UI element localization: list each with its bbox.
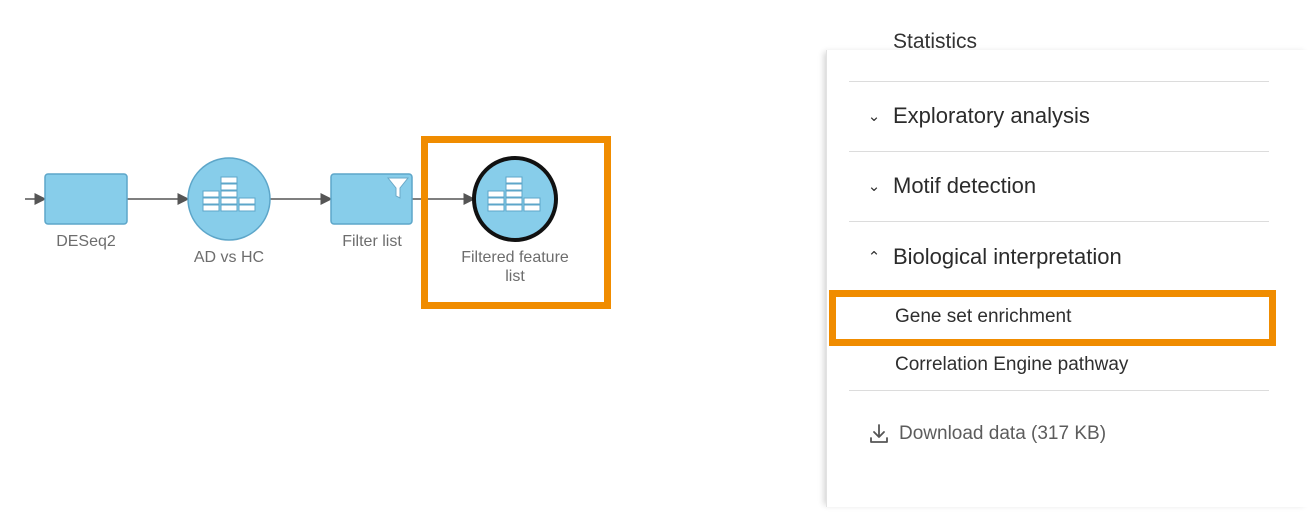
section-label: Biological interpretation [893,244,1122,269]
section-statistics-label: Statistics [893,30,978,53]
section-motif-detection[interactable]: ⌄ Motif detection [849,151,1269,222]
node-label-deseq2: DESeq2 [56,233,116,250]
menu-item-correlation-engine-pathway[interactable]: Correlation Engine pathway [895,354,1128,376]
section-label: Exploratory analysis [893,103,1090,128]
highlight-selected-node [421,136,611,309]
section-label: Motif detection [893,173,1037,198]
section-exploratory-analysis[interactable]: ⌄ Exploratory analysis [849,81,1269,152]
node-label-advshc: AD vs HC [193,249,265,266]
download-label: Download data (317 KB) [899,423,1107,444]
download-icon [870,424,888,443]
pipeline-graph [25,156,558,242]
task-menu-panel: Statistics ⌄ Exploratory analysis ⌄ Moti… [826,30,1309,507]
highlight-gene-set-enrichment [829,290,1276,346]
chevron-up-icon: ⌃ [867,249,881,266]
chevron-down-icon: ⌄ [867,178,881,195]
download-data-button[interactable]: Download data (317 KB) [867,422,1106,446]
node-filter-shape[interactable] [330,173,413,225]
pipeline-canvas: DESeq2 AD vs HC Filter list Filtered fea… [0,0,825,517]
node-advshc-shape[interactable] [187,157,271,241]
section-statistics[interactable]: Statistics [849,20,1269,82]
chevron-down-icon: ⌄ [867,108,881,125]
node-deseq2-shape[interactable] [44,173,128,225]
node-label-filter: Filter list [342,233,402,250]
